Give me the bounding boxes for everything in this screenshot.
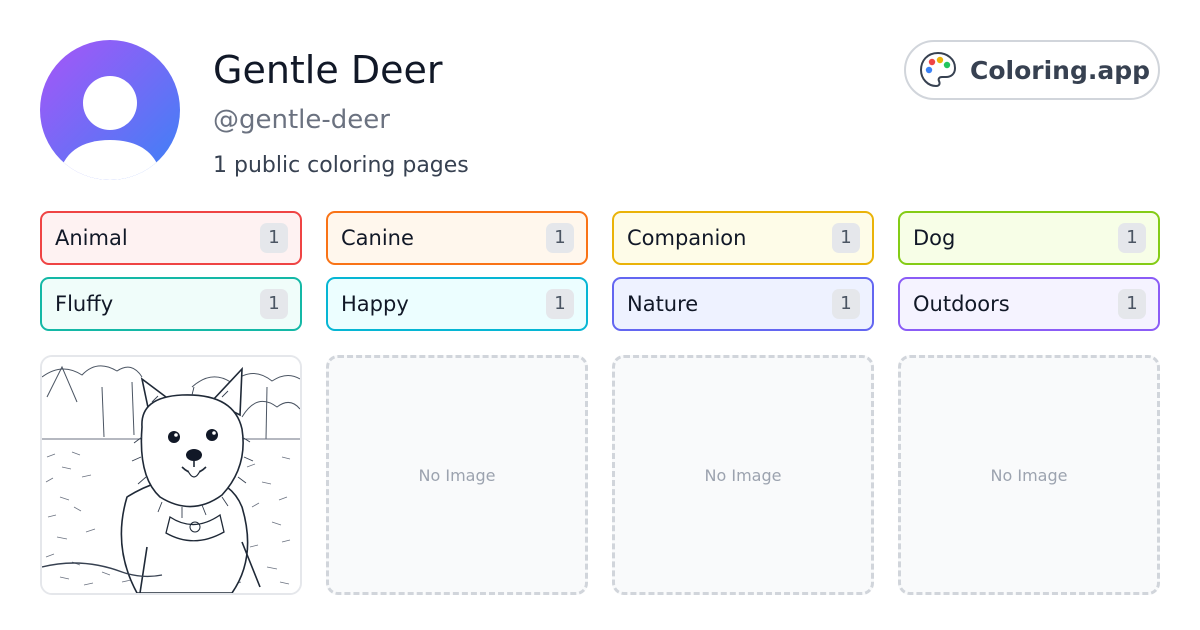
tag-fluffy[interactable]: Fluffy 1: [40, 277, 302, 331]
tag-label: Outdoors: [913, 292, 1010, 316]
no-image-label: No Image: [704, 465, 782, 485]
profile-header: Gentle Deer @gentle-deer 1 public colori…: [40, 40, 1160, 190]
tag-count-badge: 1: [260, 223, 288, 253]
tag-count-badge: 1: [1118, 289, 1146, 319]
profile-page-count: 1 public coloring pages: [213, 153, 469, 178]
tag-label: Dog: [913, 226, 956, 250]
profile-name: Gentle Deer: [213, 48, 443, 92]
tag-count-badge: 1: [832, 223, 860, 253]
tag-happy[interactable]: Happy 1: [326, 277, 588, 331]
tag-count-badge: 1: [1118, 223, 1146, 253]
tag-label: Companion: [627, 226, 747, 250]
tag-count-badge: 1: [260, 289, 288, 319]
tag-companion[interactable]: Companion 1: [612, 211, 874, 265]
avatar: [40, 40, 180, 180]
brand-label: Coloring.app: [970, 55, 1151, 85]
tag-label: Fluffy: [55, 292, 114, 316]
tag-label: Animal: [55, 226, 128, 250]
tag-animal[interactable]: Animal 1: [40, 211, 302, 265]
brand-badge[interactable]: Coloring.app: [904, 40, 1160, 100]
tag-count-badge: 1: [832, 289, 860, 319]
no-image-label: No Image: [418, 465, 496, 485]
profile-handle: @gentle-deer: [213, 105, 390, 135]
tag-canine[interactable]: Canine 1: [326, 211, 588, 265]
tag-count-badge: 1: [546, 289, 574, 319]
tag-count-badge: 1: [546, 223, 574, 253]
no-image-label: No Image: [990, 465, 1068, 485]
user-silhouette-icon: [40, 40, 180, 180]
tag-outdoors[interactable]: Outdoors 1: [898, 277, 1160, 331]
tag-nature[interactable]: Nature 1: [612, 277, 874, 331]
tag-label: Happy: [341, 292, 409, 316]
empty-thumbnail-slot: No Image: [898, 355, 1160, 595]
tag-label: Nature: [627, 292, 699, 316]
dog-illustration: [42, 357, 300, 593]
empty-thumbnail-slot: No Image: [612, 355, 874, 595]
empty-thumbnail-slot: No Image: [326, 355, 588, 595]
palette-icon: [918, 50, 958, 90]
tag-label: Canine: [341, 226, 414, 250]
coloring-page-thumbnail[interactable]: [40, 355, 302, 595]
coloring-page-gallery: No Image No Image No Image: [40, 355, 1160, 595]
tag-dog[interactable]: Dog 1: [898, 211, 1160, 265]
